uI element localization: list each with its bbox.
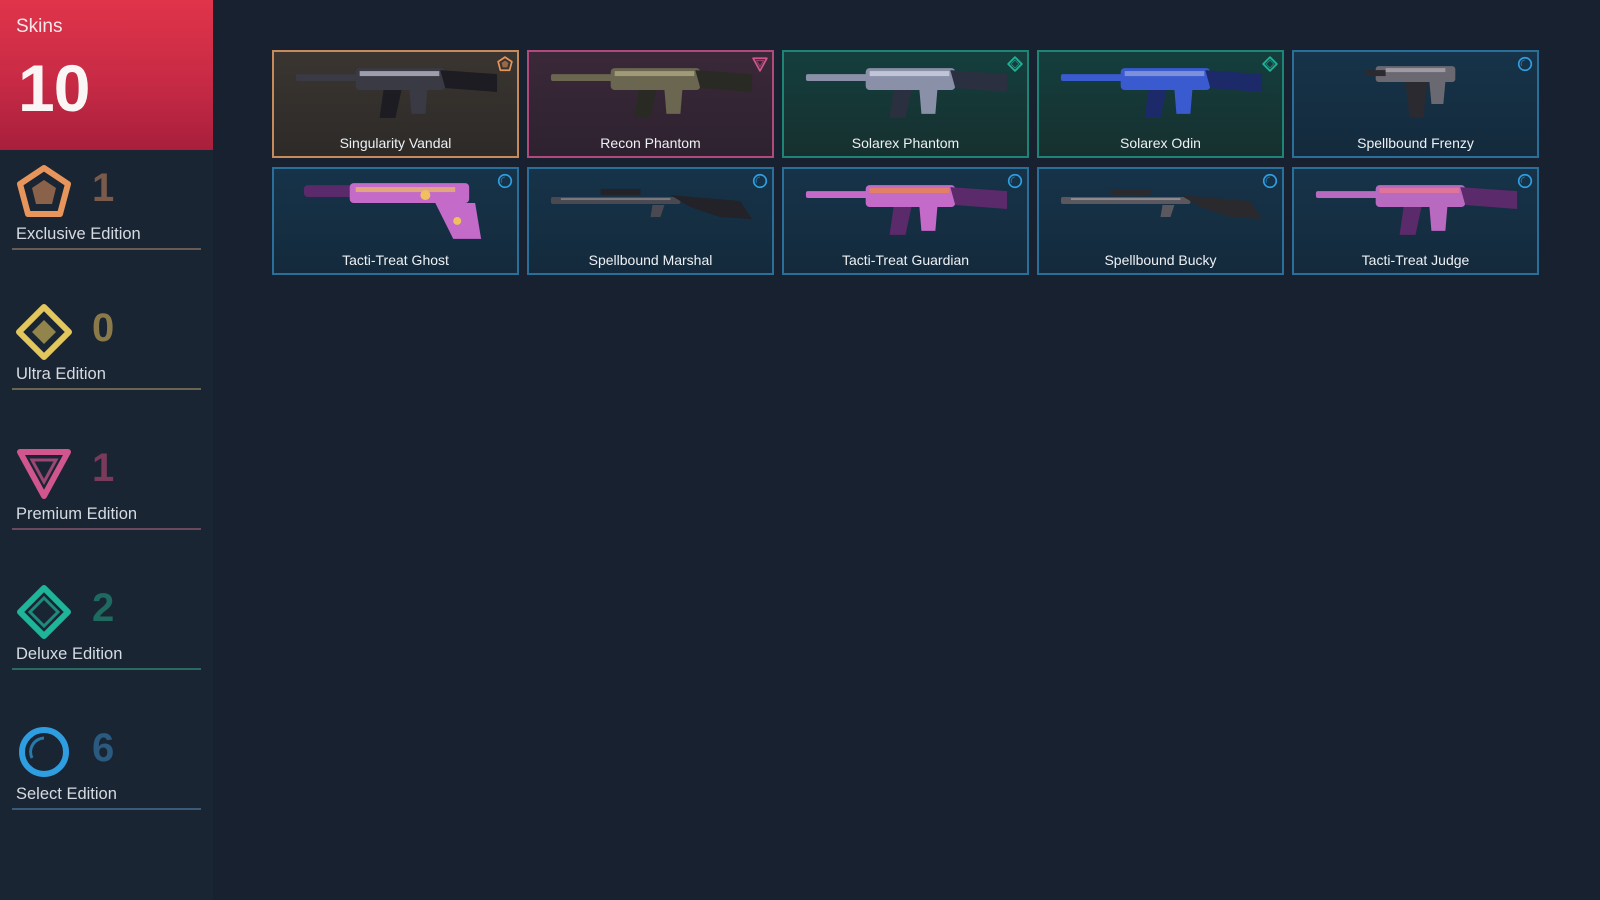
deluxe-edition-icon bbox=[17, 585, 71, 639]
skin-name: Tacti-Treat Judge bbox=[1361, 252, 1470, 268]
tier-count: 1 bbox=[92, 166, 115, 210]
tier-deluxe[interactable]: 2 Deluxe Edition bbox=[12, 570, 201, 670]
skins-total-count: 10 bbox=[18, 51, 90, 125]
skin-name: Singularity Vandal bbox=[339, 135, 452, 151]
skin-card[interactable]: Recon Phantom bbox=[527, 50, 774, 158]
weapon-image bbox=[1060, 189, 1263, 219]
weapon-image bbox=[1365, 66, 1456, 118]
weapon-image bbox=[805, 185, 1008, 235]
weapon-image bbox=[295, 68, 498, 118]
skin-card[interactable]: Spellbound Frenzy bbox=[1292, 50, 1539, 158]
select-edition-icon bbox=[752, 173, 768, 189]
skin-card[interactable]: Solarex Phantom bbox=[782, 50, 1029, 158]
exclusive-edition-icon bbox=[17, 165, 71, 217]
premium-edition-icon bbox=[752, 57, 768, 72]
tier-label: Premium Edition bbox=[16, 505, 138, 523]
weapon-image bbox=[550, 189, 753, 219]
tier-count: 0 bbox=[92, 306, 115, 350]
skins-total-panel: Skins 10 bbox=[0, 0, 213, 150]
skin-card[interactable]: Tacti-Treat Judge bbox=[1292, 167, 1539, 275]
weapon-image bbox=[303, 183, 482, 239]
select-edition-icon bbox=[1007, 173, 1023, 189]
tier-select[interactable]: 6 Select Edition bbox=[12, 710, 201, 810]
tier-count: 2 bbox=[92, 586, 115, 630]
edition-sidebar: Skins 10 1 Exclusive Edition 0 Ultra Editi… bbox=[0, 0, 213, 900]
tier-label: Ultra Edition bbox=[16, 365, 106, 383]
skin-card[interactable]: Solarex Odin bbox=[1037, 50, 1284, 158]
skin-name: Spellbound Frenzy bbox=[1357, 135, 1474, 151]
tier-count: 1 bbox=[92, 446, 115, 490]
skin-name: Spellbound Bucky bbox=[1104, 252, 1217, 268]
tier-count: 6 bbox=[92, 726, 115, 770]
weapon-image bbox=[805, 68, 1008, 118]
skin-name: Solarex Phantom bbox=[851, 135, 960, 151]
premium-edition-icon bbox=[17, 449, 71, 499]
weapon-image bbox=[1315, 185, 1518, 235]
weapon-image bbox=[550, 68, 753, 118]
skin-card[interactable]: Tacti-Treat Ghost bbox=[272, 167, 519, 275]
tier-ultra[interactable]: 0 Ultra Edition bbox=[12, 290, 201, 390]
deluxe-edition-icon bbox=[1262, 56, 1278, 72]
skin-name: Tacti-Treat Guardian bbox=[841, 252, 970, 268]
select-edition-icon bbox=[1517, 173, 1533, 189]
skin-name: Tacti-Treat Ghost bbox=[342, 252, 449, 268]
skin-card[interactable]: Spellbound Bucky bbox=[1037, 167, 1284, 275]
tier-label: Deluxe Edition bbox=[16, 645, 123, 663]
skin-card[interactable]: Singularity Vandal bbox=[272, 50, 519, 158]
weapon-image bbox=[1060, 68, 1263, 118]
skin-name: Recon Phantom bbox=[600, 135, 701, 151]
tier-label: Select Edition bbox=[16, 785, 117, 803]
select-edition-icon bbox=[497, 173, 513, 189]
select-edition-icon bbox=[19, 727, 69, 777]
skin-name: Spellbound Marshal bbox=[588, 252, 713, 268]
tier-label: Exclusive Edition bbox=[16, 225, 141, 243]
skin-name: Solarex Odin bbox=[1120, 135, 1201, 151]
select-edition-icon bbox=[1517, 56, 1533, 72]
ultra-edition-icon bbox=[16, 304, 72, 360]
exclusive-edition-icon bbox=[497, 56, 513, 72]
tier-exclusive[interactable]: 1 Exclusive Edition bbox=[12, 150, 201, 250]
skin-card[interactable]: Tacti-Treat Guardian bbox=[782, 167, 1029, 275]
deluxe-edition-icon bbox=[1007, 56, 1023, 72]
select-edition-icon bbox=[1262, 173, 1278, 189]
skins-label: Skins bbox=[16, 16, 63, 37]
skin-grid: Singularity Vandal Recon Phantom Solarex… bbox=[272, 50, 1539, 275]
tier-premium[interactable]: 1 Premium Edition bbox=[12, 430, 201, 530]
skin-card[interactable]: Spellbound Marshal bbox=[527, 167, 774, 275]
